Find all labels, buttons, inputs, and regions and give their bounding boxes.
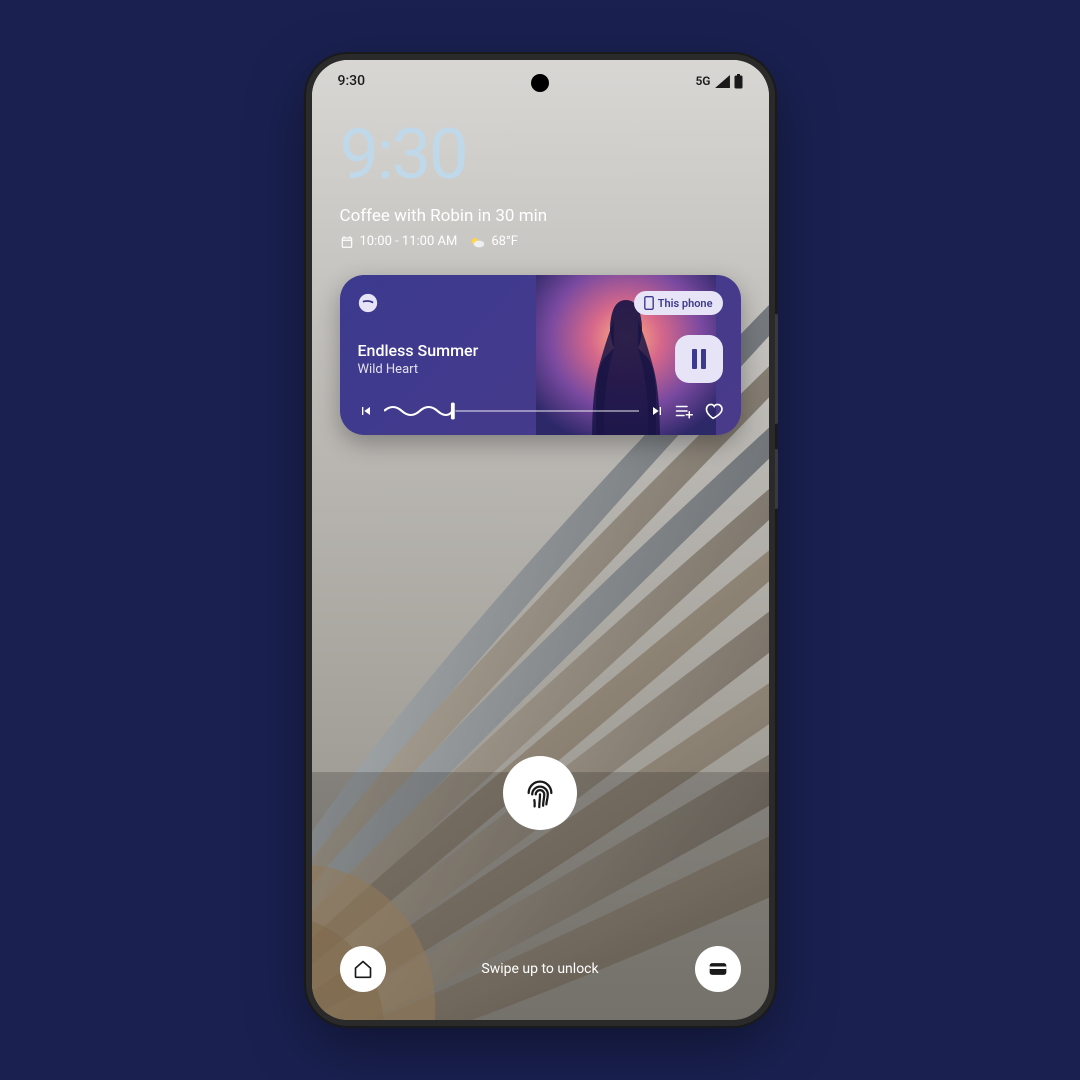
- track-title: Endless Summer: [358, 341, 479, 360]
- weather-icon: [469, 235, 485, 249]
- play-pause-button[interactable]: [675, 335, 723, 383]
- phone-icon: [644, 296, 654, 310]
- front-camera: [531, 74, 549, 92]
- event-time: 10:00 - 11:00 AM: [360, 234, 458, 249]
- fingerprint-sensor[interactable]: [503, 756, 577, 830]
- output-device-chip[interactable]: This phone: [634, 291, 723, 315]
- lockscreen-clock: 9:30: [340, 120, 741, 190]
- screen[interactable]: 9:30 5G 9:30 Coffee with Robin in 30 min…: [312, 60, 769, 1020]
- power-button[interactable]: [775, 449, 778, 509]
- wallet-shortcut[interactable]: [695, 946, 741, 992]
- next-button[interactable]: [649, 403, 665, 419]
- spotify-icon: [358, 293, 378, 313]
- event-meta: 10:00 - 11:00 AM 68°F: [340, 234, 741, 249]
- home-control-shortcut[interactable]: [340, 946, 386, 992]
- signal-icon: [715, 75, 730, 88]
- home-icon: [353, 959, 373, 979]
- favorite-button[interactable]: [703, 402, 723, 420]
- media-player-card[interactable]: This phone Endless Summer Wild Heart: [340, 275, 741, 435]
- queue-button[interactable]: [675, 403, 693, 419]
- unlock-hint: Swipe up to unlock: [481, 961, 598, 977]
- volume-button[interactable]: [775, 314, 778, 424]
- event-title: Coffee with Robin in 30 min: [340, 206, 741, 226]
- track-artist: Wild Heart: [358, 362, 479, 377]
- wallet-icon: [708, 960, 728, 978]
- device-label: This phone: [658, 297, 713, 310]
- battery-icon: [734, 74, 743, 89]
- pause-icon: [690, 349, 708, 369]
- weather-temp: 68°F: [491, 234, 518, 249]
- phone-frame: 9:30 5G 9:30 Coffee with Robin in 30 min…: [306, 54, 775, 1026]
- status-time: 9:30: [338, 73, 366, 89]
- fingerprint-icon: [523, 776, 557, 810]
- network-label: 5G: [695, 74, 710, 88]
- progress-scrubber[interactable]: [384, 401, 639, 421]
- calendar-icon: [340, 235, 354, 249]
- previous-button[interactable]: [358, 403, 374, 419]
